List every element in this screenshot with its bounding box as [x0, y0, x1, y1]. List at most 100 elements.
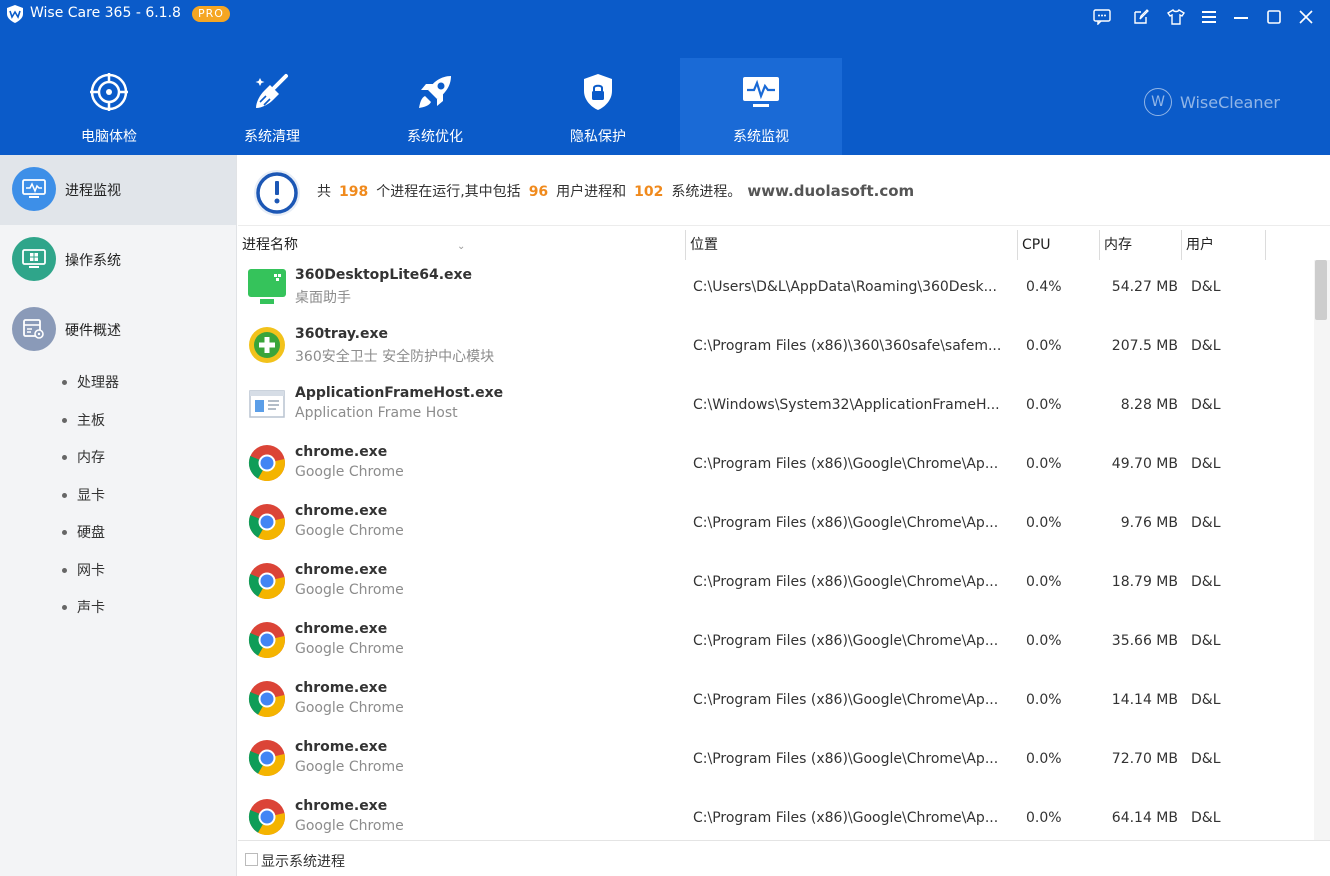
- table-header: 进程名称 ⌄ 位置 CPU 内存 用户: [238, 230, 1314, 260]
- sidebar-subitem-sound[interactable]: 声卡: [62, 596, 105, 618]
- watermark-url: www.duolasoft.com: [747, 182, 915, 200]
- process-name: chrome.exe: [295, 739, 388, 755]
- process-path: C:\Program Files (x86)\Google\Chrome\Ap.…: [693, 692, 999, 708]
- process-name: chrome.exe: [295, 798, 388, 814]
- process-name: chrome.exe: [295, 503, 388, 519]
- windows-os-icon: [12, 237, 56, 281]
- footer-bar: 显示系统进程: [238, 840, 1330, 876]
- process-description: Google Chrome: [295, 464, 404, 480]
- wisecleaner-logo-icon: W: [1144, 88, 1172, 116]
- process-memory: 9.76 MB: [1120, 515, 1178, 531]
- process-description: Google Chrome: [295, 759, 404, 775]
- bullet-icon: [62, 567, 67, 573]
- table-row[interactable]: chrome.exe Google Chrome C:\Program File…: [238, 732, 1314, 791]
- process-user: D&L: [1191, 810, 1221, 826]
- table-row[interactable]: ApplicationFrameHost.exe Application Fra…: [238, 378, 1314, 437]
- edit-icon: [1134, 9, 1149, 24]
- process-description: Google Chrome: [295, 700, 404, 716]
- table-row[interactable]: chrome.exe Google Chrome C:\Program File…: [238, 555, 1314, 614]
- process-description: Google Chrome: [295, 818, 404, 834]
- maximize-button[interactable]: [1263, 6, 1285, 28]
- process-cpu: 0.0%: [1026, 397, 1062, 413]
- process-path: C:\Users\D&L\AppData\Roaming\360Desk...: [693, 279, 997, 295]
- process-cpu: 0.0%: [1026, 692, 1062, 708]
- process-description: 桌面助手: [295, 290, 351, 306]
- summary-bar: 共 198 个进程在运行,其中包括 96 用户进程和 102 系统进程。 www.duolas…: [238, 155, 1330, 226]
- chrome-icon: [248, 740, 285, 776]
- menu-button[interactable]: [1198, 6, 1220, 28]
- process-user: D&L: [1191, 279, 1221, 295]
- rocket-icon: [415, 72, 455, 112]
- process-cpu: 0.0%: [1026, 338, 1062, 354]
- column-header-location[interactable]: 位置: [686, 230, 1018, 260]
- sidebar-subitem-memory[interactable]: 内存: [62, 446, 105, 468]
- close-button[interactable]: [1295, 6, 1317, 28]
- minimize-button[interactable]: [1230, 6, 1252, 28]
- user-process-count: 96: [528, 184, 549, 200]
- process-user: D&L: [1191, 692, 1221, 708]
- process-path: C:\Program Files (x86)\Google\Chrome\Ap.…: [693, 633, 999, 649]
- sidebar-subitem-label: 处理器: [77, 375, 119, 391]
- process-memory: 14.14 MB: [1111, 692, 1178, 708]
- column-header-user[interactable]: 用户: [1182, 230, 1266, 260]
- process-path: C:\Program Files (x86)\Google\Chrome\Ap.…: [693, 515, 999, 531]
- tshirt-icon: [1167, 9, 1185, 25]
- show-system-processes-label[interactable]: 显示系统进程: [261, 851, 345, 871]
- sort-chevron-icon: ⌄: [457, 241, 466, 252]
- summary-mid1: 个进程在运行,其中包括: [376, 184, 521, 200]
- tab-label: 系统监视: [733, 129, 789, 145]
- green-monitor-icon: [248, 269, 286, 304]
- edit-button[interactable]: [1130, 6, 1152, 28]
- chrome-icon: [248, 799, 285, 835]
- table-row[interactable]: chrome.exe Google Chrome C:\Program File…: [238, 496, 1314, 555]
- sidebar-subitem-graphics[interactable]: 显卡: [62, 484, 105, 506]
- column-label: CPU: [1022, 237, 1051, 253]
- tab-system-monitor[interactable]: 系统监视: [680, 58, 842, 155]
- process-user: D&L: [1191, 338, 1221, 354]
- process-name: ApplicationFrameHost.exe: [295, 385, 504, 401]
- show-system-processes-checkbox[interactable]: [245, 853, 258, 866]
- table-row[interactable]: chrome.exe Google Chrome C:\Program File…: [238, 614, 1314, 673]
- tab-label: 隐私保护: [570, 129, 626, 145]
- chrome-icon: [248, 445, 285, 481]
- tab-label: 系统优化: [407, 129, 463, 145]
- sidebar-item-label: 硬件概述: [65, 323, 121, 339]
- table-row[interactable]: 360tray.exe 360安全卫士 安全防护中心模块 C:\Program …: [238, 319, 1314, 378]
- sidebar-subitem-motherboard[interactable]: 主板: [62, 409, 105, 431]
- process-description: Google Chrome: [295, 523, 404, 539]
- process-memory: 207.5 MB: [1111, 338, 1178, 354]
- tab-system-cleanup[interactable]: 系统清理: [191, 58, 353, 155]
- table-row[interactable]: chrome.exe Google Chrome C:\Program File…: [238, 437, 1314, 496]
- sidebar-subitem-processor[interactable]: 处理器: [62, 371, 119, 393]
- sidebar-subitem-disk[interactable]: 硬盘: [62, 521, 105, 543]
- summary-suffix: 系统进程。: [671, 184, 742, 200]
- skin-button[interactable]: [1165, 6, 1187, 28]
- column-header-process-name[interactable]: 进程名称 ⌄: [238, 230, 686, 260]
- process-user: D&L: [1191, 574, 1221, 590]
- process-cpu: 0.0%: [1026, 456, 1062, 472]
- sidebar-item-label: 操作系统: [65, 253, 121, 269]
- process-memory: 18.79 MB: [1111, 574, 1178, 590]
- vertical-scrollbar[interactable]: [1314, 260, 1330, 840]
- title-bar: Wise Care 365 - 6.1.8 PRO: [0, 0, 1330, 32]
- hardware-icon: [12, 307, 56, 351]
- process-cpu: 0.4%: [1026, 279, 1062, 295]
- tab-pc-checkup[interactable]: 电脑体检: [28, 58, 190, 155]
- sidebar-item-process-monitor[interactable]: 进程监视: [0, 155, 236, 225]
- process-path: C:\Program Files (x86)\Google\Chrome\Ap.…: [693, 456, 999, 472]
- scrollbar-thumb[interactable]: [1315, 260, 1327, 320]
- sidebar-item-operating-system[interactable]: 操作系统: [0, 225, 236, 295]
- tab-privacy[interactable]: 隐私保护: [517, 58, 679, 155]
- column-header-memory[interactable]: 内存: [1100, 230, 1182, 260]
- table-row[interactable]: 360DesktopLite64.exe 桌面助手 C:\Users\D&L\A…: [238, 260, 1314, 319]
- shield-lock-icon: [578, 72, 618, 112]
- feedback-button[interactable]: [1091, 6, 1113, 28]
- app-logo-icon: [7, 5, 23, 23]
- sidebar-item-hardware-overview[interactable]: 硬件概述: [0, 295, 236, 365]
- sidebar-subitem-network[interactable]: 网卡: [62, 559, 105, 581]
- chrome-icon: [248, 504, 285, 540]
- tab-system-optimize[interactable]: 系统优化: [354, 58, 516, 155]
- table-row[interactable]: chrome.exe Google Chrome C:\Program File…: [238, 791, 1314, 840]
- column-header-cpu[interactable]: CPU: [1018, 230, 1100, 260]
- table-row[interactable]: chrome.exe Google Chrome C:\Program File…: [238, 673, 1314, 732]
